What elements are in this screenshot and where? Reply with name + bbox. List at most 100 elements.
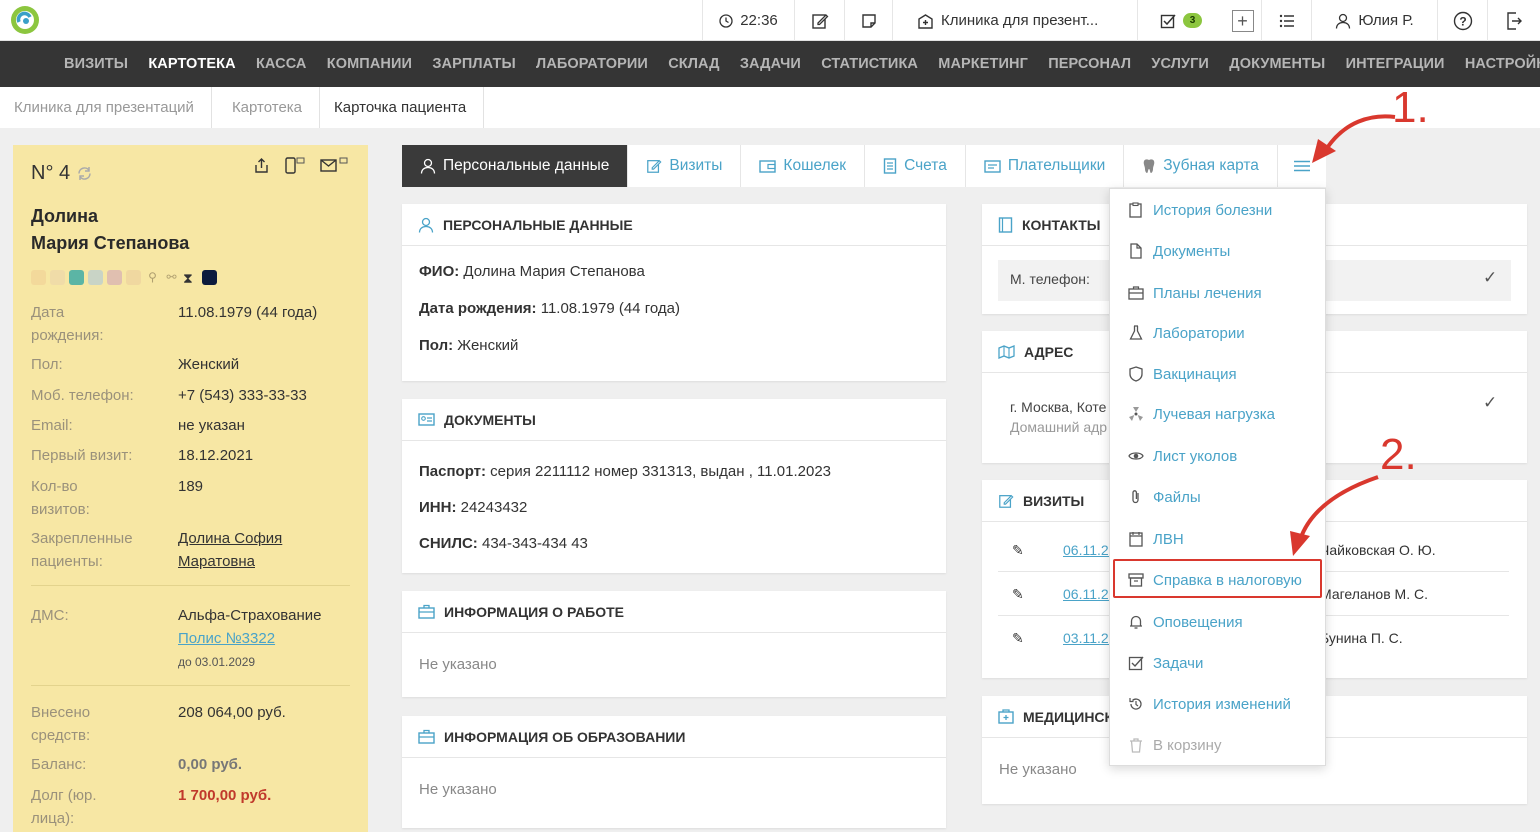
menu-notifications[interactable]: Оповещения — [1128, 611, 1243, 633]
tab-personal-data[interactable]: Персональные данные — [402, 145, 629, 187]
balance-row: Баланс: 0,00 руб. — [31, 753, 361, 776]
tasks-button[interactable]: 3 — [1137, 0, 1224, 41]
paid-row: Внесено средств: 208 064,00 руб. — [31, 701, 361, 747]
patient-tag[interactable] — [31, 270, 46, 285]
user-menu[interactable]: Юлия Р. — [1311, 0, 1437, 41]
visit-doctor: Чайковская О. Ю. — [1320, 542, 1436, 558]
menu-vaccination[interactable]: Вакцинация — [1128, 363, 1237, 385]
email-icon[interactable] — [320, 157, 350, 174]
menu-files[interactable]: Файлы — [1128, 486, 1201, 508]
nav-services[interactable]: УСЛУГИ — [1151, 56, 1209, 72]
top-bar: 22:36 Клиника для презент... 3 + Юлия Р.… — [0, 0, 1540, 41]
list-button[interactable] — [1261, 0, 1311, 41]
menu-disease-history[interactable]: История болезни — [1128, 199, 1272, 221]
patient-tag[interactable] — [69, 270, 84, 285]
menu-treatment-plans[interactable]: Планы лечения — [1128, 282, 1262, 304]
calendar-icon — [1129, 532, 1143, 547]
app-logo[interactable] — [9, 4, 41, 36]
clinic-selector[interactable]: Клиника для презент... — [892, 0, 1137, 41]
address-book-icon — [998, 216, 1013, 233]
inn-label: ИНН: — [419, 499, 457, 516]
more-dropdown-menu: История болезни Документы Планы лечения Лаб… — [1109, 188, 1326, 766]
patient-tag[interactable] — [88, 270, 103, 285]
breadcrumb-clinic[interactable]: Клиника для презентаций — [0, 87, 212, 128]
briefcase-icon — [418, 604, 435, 619]
menu-tasks[interactable]: Задачи — [1128, 652, 1203, 674]
menu-change-history[interactable]: История изменений — [1128, 693, 1291, 715]
menu-injection-sheet[interactable]: Лист уколов — [1128, 445, 1237, 467]
help-button[interactable]: ? — [1437, 0, 1487, 41]
nav-companies[interactable]: КОМПАНИИ — [327, 56, 412, 72]
hourglass-tag-icon[interactable]: ⧗ — [183, 270, 198, 286]
tab-more-menu[interactable] — [1278, 145, 1326, 187]
pencil-icon[interactable]: ✎ — [1012, 542, 1024, 559]
hamburger-icon — [1293, 160, 1310, 172]
personal-data-title: ПЕРСОНАЛЬНЫЕ ДАННЫЕ — [443, 216, 633, 233]
tab-dental-chart[interactable]: Зубная карта — [1124, 145, 1278, 187]
person-tag-icon[interactable]: ⚲ — [145, 270, 160, 285]
tab-invoices[interactable]: Счета — [865, 145, 966, 187]
snils-line: СНИЛС: 434-343-434 43 — [419, 535, 588, 552]
dob-line-value: 11.08.1979 (44 года) — [536, 300, 680, 317]
checkbox-icon — [1128, 656, 1144, 671]
breadcrumb-cardfile[interactable]: Картотека — [212, 87, 321, 128]
check-icon: ✓ — [1483, 268, 1498, 287]
menu-sick-leave[interactable]: ЛВН — [1128, 528, 1184, 550]
nav-marketing[interactable]: МАРКЕТИНГ — [938, 56, 1028, 72]
personal-data-panel: ПЕРСОНАЛЬНЫЕ ДАННЫЕ ФИО: Долина Мария Ст… — [402, 204, 946, 381]
nav-cardfile[interactable]: КАРТОТЕКА — [148, 56, 235, 72]
patient-tag[interactable] — [107, 270, 122, 285]
clock-widget[interactable]: 22:36 — [702, 0, 794, 41]
nav-cash[interactable]: КАССА — [256, 56, 307, 72]
inn-line: ИНН: 24243432 — [419, 499, 527, 516]
patient-tag[interactable] — [50, 270, 65, 285]
nav-settings[interactable]: НАСТРОЙКИ — [1465, 56, 1540, 72]
checkbox-icon — [1160, 14, 1176, 28]
linked-patient-line2[interactable]: Маратовна — [178, 553, 255, 570]
sex-line-label: Пол: — [419, 337, 454, 354]
paid-label: Внесено средств: — [31, 704, 91, 744]
refresh-icon[interactable] — [76, 165, 93, 182]
note-button[interactable] — [844, 0, 892, 41]
edit-button[interactable] — [794, 0, 844, 41]
nav-statistics[interactable]: СТАТИСТИКА — [821, 56, 918, 72]
add-button[interactable]: + — [1224, 0, 1261, 41]
linked-patient[interactable]: Долина София Маратовна — [178, 527, 368, 573]
menu-laboratories[interactable]: Лаборатории — [1128, 322, 1245, 344]
nav-warehouse[interactable]: СКЛАД — [668, 56, 719, 72]
nav-integrations[interactable]: ИНТЕГРАЦИИ — [1346, 56, 1445, 72]
visits-count-row: Кол-во визитов: 189 — [31, 475, 361, 521]
patient-tag[interactable] — [126, 270, 141, 285]
menu-treatment-plans-label: Планы лечения — [1153, 284, 1262, 302]
patient-tag[interactable] — [202, 270, 217, 285]
pencil-icon[interactable]: ✎ — [1012, 630, 1024, 647]
invoice-icon — [883, 158, 897, 174]
dms-policy-link[interactable]: Полис №3322 — [178, 630, 275, 647]
bike-tag-icon[interactable]: ⚯ — [164, 270, 179, 285]
logout-button[interactable] — [1487, 0, 1540, 41]
tab-payers[interactable]: Плательщики — [966, 145, 1125, 187]
eye-icon — [1128, 452, 1144, 460]
menu-radiation-dose[interactable]: Лучевая нагрузка — [1128, 403, 1275, 425]
visits-count-value: 189 — [178, 478, 204, 495]
dob-label: Дата рождения: — [31, 304, 104, 344]
pencil-icon[interactable]: ✎ — [1012, 586, 1024, 603]
tab-wallet[interactable]: Кошелек — [741, 145, 866, 187]
nav-staff[interactable]: ПЕРСОНАЛ — [1048, 56, 1131, 72]
nav-documents[interactable]: ДОКУМЕНТЫ — [1229, 56, 1325, 72]
linked-patient-line1[interactable]: Долина София — [178, 530, 282, 547]
nav-salaries[interactable]: ЗАРПЛАТЫ — [432, 56, 515, 72]
share-icon[interactable] — [253, 157, 270, 174]
nav-labs[interactable]: ЛАБОРАТОРИИ — [536, 56, 648, 72]
email-value: не указан — [178, 417, 245, 434]
menu-move-to-trash[interactable]: В корзину — [1128, 734, 1221, 756]
patient-name: Долина Мария Степанова — [31, 203, 189, 257]
tab-visits[interactable]: Визиты — [628, 145, 742, 187]
phone-sms-icon[interactable] — [284, 157, 306, 174]
nav-tasks[interactable]: ЗАДАЧИ — [740, 56, 801, 72]
nav-visits[interactable]: ВИЗИТЫ — [64, 56, 128, 72]
snils-value: 434-343-434 43 — [477, 535, 588, 552]
first-visit-row: Первый визит: 18.12.2021 — [31, 444, 361, 467]
dms-row: ДМС: Альфа-Страхование Полис №3322 до 03… — [31, 604, 361, 670]
menu-documents[interactable]: Документы — [1128, 240, 1230, 262]
